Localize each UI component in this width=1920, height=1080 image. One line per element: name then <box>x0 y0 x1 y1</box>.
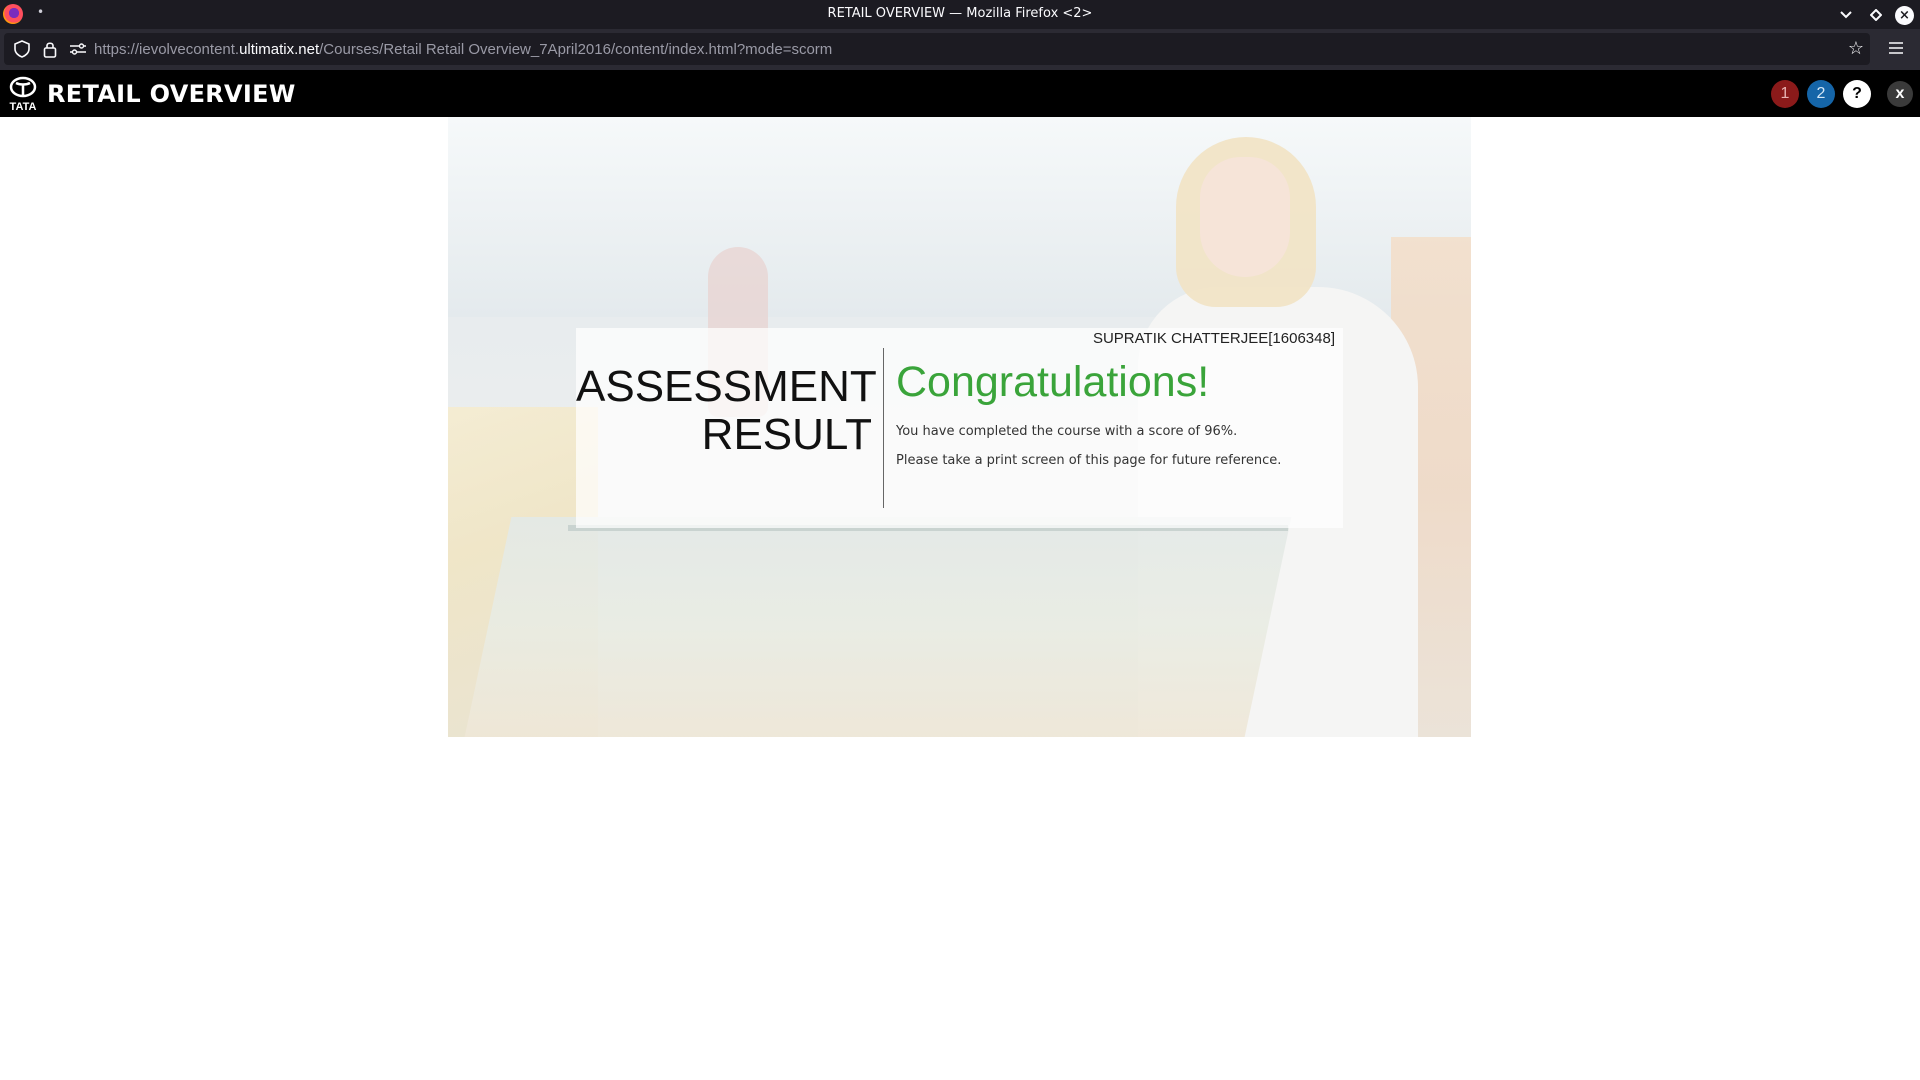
window-close-icon[interactable]: × <box>1895 6 1914 25</box>
score-message: You have completed the course with a sco… <box>896 424 1238 439</box>
maximize-icon[interactable] <box>1865 4 1887 26</box>
course-title: RETAIL OVERVIEW <box>47 80 296 108</box>
window-titlebar: • RETAIL OVERVIEW — Mozilla Firefox <2> … <box>0 0 1920 29</box>
congratulations-text: Congratulations! <box>896 358 1210 406</box>
shield-icon[interactable] <box>12 39 32 59</box>
assessment-result-heading: ASSESSMENT RESULT <box>576 362 877 459</box>
url-host: ultimatix.net <box>239 41 320 58</box>
window-title: RETAIL OVERVIEW — Mozilla Firefox <2> <box>827 6 1093 21</box>
lock-icon[interactable] <box>40 39 60 59</box>
vertical-divider <box>883 348 884 508</box>
navigation-bar: https://ievolvecontent.ultimatix.net/Cou… <box>0 29 1920 70</box>
permissions-icon[interactable] <box>68 39 88 59</box>
course-header: TATA RETAIL OVERVIEW 1 2 ? x <box>0 70 1920 117</box>
header-button-1[interactable]: 1 <box>1771 80 1799 108</box>
tata-logo: TATA <box>6 76 40 113</box>
bookmark-star-icon[interactable]: ☆ <box>1848 38 1864 59</box>
close-course-icon[interactable]: x <box>1887 81 1913 107</box>
url-path: /Courses/Retail Retail Overview_7April20… <box>319 41 833 58</box>
url-bar[interactable]: https://ievolvecontent.ultimatix.net/Cou… <box>4 33 1870 65</box>
user-name: SUPRATIK CHATTERJEE[1606348] <box>1092 330 1335 347</box>
hamburger-menu-icon[interactable] <box>1888 39 1904 60</box>
url-prefix: https://ievolvecontent. <box>94 41 240 58</box>
window-controls: × <box>1835 4 1914 26</box>
url-text[interactable]: https://ievolvecontent.ultimatix.net/Cou… <box>94 41 832 58</box>
background-woman-face <box>1200 157 1290 277</box>
background-shopping-cart <box>464 517 1292 737</box>
print-screen-message: Please take a print screen of this page … <box>896 453 1282 468</box>
heading-line-2: RESULT <box>701 410 872 459</box>
heading-line-1: ASSESSMENT <box>576 362 877 411</box>
assessment-result-panel: SUPRATIK CHATTERJEE[1606348] ASSESSMENT … <box>576 328 1343 528</box>
header-button-2[interactable]: 2 <box>1807 80 1835 108</box>
tata-logo-text: TATA <box>10 101 37 112</box>
minimize-icon[interactable] <box>1835 4 1857 26</box>
course-stage: SUPRATIK CHATTERJEE[1606348] ASSESSMENT … <box>448 117 1471 737</box>
help-icon[interactable]: ? <box>1843 80 1871 108</box>
